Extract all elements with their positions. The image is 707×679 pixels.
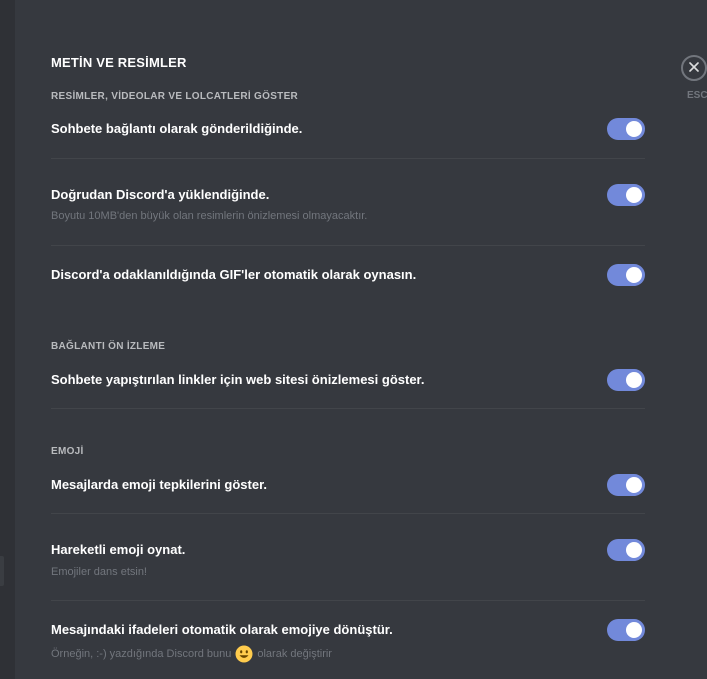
toggle-knob [626,267,642,283]
setting-note-convert-emoticons: Örneğin, :-) yazdığında Discord bunu ola… [51,645,332,663]
divider [51,245,645,246]
setting-label-animated-emoji: Hareketli emoji oynat. [51,542,186,557]
toggle-convert-emoticons[interactable] [607,619,645,641]
setting-note-uploads: Boyutu 10MB'den büyük olan resimlerin ön… [51,210,368,222]
setting-label-website-preview: Sohbete yapıştırılan linkler için web si… [51,372,425,387]
setting-label-uploads: Doğrudan Discord'a yüklendiğinde. [51,187,270,202]
close-button[interactable] [681,55,707,81]
setting-label-gif-autoplay: Discord'a odaklanıldığında GIF'ler otoma… [51,267,417,282]
section-header-link-preview: BAĞLANTI ÖN İZLEME [51,341,166,352]
page-title: METİN VE RESİMLER [51,55,187,70]
esc-label: ESC [687,90,707,101]
toggle-animated-emoji[interactable] [607,539,645,561]
section-header-emoji: EMOJİ [51,446,84,457]
setting-note-animated-emoji: Emojiler dans etsin! [51,566,147,578]
toggle-uploads[interactable] [607,184,645,206]
divider [51,408,645,409]
toggle-emoji-reactions[interactable] [607,474,645,496]
toggle-knob [626,542,642,558]
setting-label-convert-emoticons: Mesajındaki ifadeleri otomatik olarak em… [51,622,393,637]
toggle-website-preview[interactable] [607,369,645,391]
setting-label-link-embeds: Sohbete bağlantı olarak gönderildiğinde. [51,121,303,136]
close-icon [689,59,699,77]
divider [51,600,645,601]
toggle-knob [626,622,642,638]
smiley-emoji-icon [235,645,253,663]
divider [51,513,645,514]
note-text-before: Örneğin, :-) yazdığında Discord bunu [51,648,232,660]
close-control: ESC [681,55,707,101]
setting-label-emoji-reactions: Mesajlarda emoji tepkilerini göster. [51,477,268,492]
note-text-after: olarak değiştirir [257,648,332,660]
toggle-knob [626,372,642,388]
toggle-link-embeds[interactable] [607,118,645,140]
divider [51,158,645,159]
toggle-gif-autoplay[interactable] [607,264,645,286]
toggle-knob [626,477,642,493]
sidebar-scroll-handle[interactable] [0,556,4,586]
section-header-media: RESİMLER, VİDEOLAR VE LOLCATLERİ GÖSTER [51,91,299,102]
toggle-knob [626,187,642,203]
toggle-knob [626,121,642,137]
